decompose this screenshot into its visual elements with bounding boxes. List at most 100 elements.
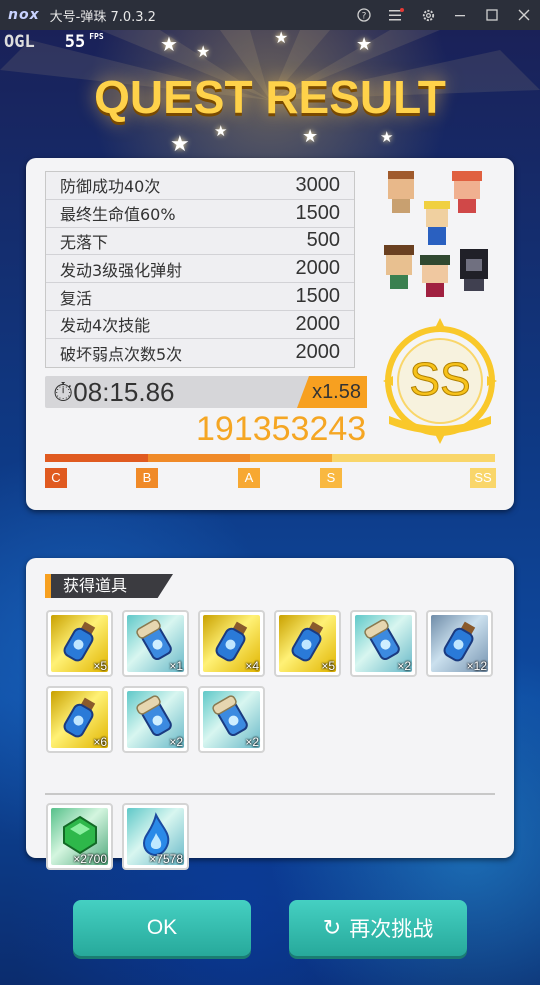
- currency-item[interactable]: ×2700: [46, 803, 113, 870]
- reward-item[interactable]: ×12: [426, 610, 493, 677]
- result-panel: 防御成功40次 3000 最终生命值60% 1500 无落下 500 发动3级强化弹射…: [26, 158, 514, 510]
- clear-time-bar: ⏱08:15.86 x1.58: [45, 376, 367, 408]
- bonus-points: 1500: [295, 285, 341, 308]
- window-title-bar: nox 大号-弹珠 7.0.3.2 ?: [0, 0, 540, 30]
- bonus-label: 防御成功40次: [60, 177, 161, 197]
- minimize-icon[interactable]: [444, 0, 476, 30]
- window-title: 大号-弹珠 7.0.3.2: [49, 9, 156, 25]
- rank-progress-bar: [45, 454, 495, 462]
- reward-item[interactable]: ×2: [350, 610, 417, 677]
- bonus-points: 1500: [295, 201, 341, 224]
- gear-icon[interactable]: [412, 0, 444, 30]
- item-count: ×12: [466, 659, 487, 673]
- reward-item[interactable]: ×1: [122, 610, 189, 677]
- ogl-label: OGL: [4, 32, 35, 52]
- obtained-items-panel: 获得道具 ×5 ×1 ×4 ×5 ×2 ×12 ×6 ×2 ×2 ×2700 ×7578: [26, 558, 514, 870]
- rank-letters: SS: [409, 353, 471, 406]
- close-icon[interactable]: [508, 0, 540, 30]
- reward-item[interactable]: ×4: [198, 610, 265, 677]
- retry-button-label: 再次挑战: [349, 917, 434, 941]
- bonus-row: 无落下 500: [46, 228, 354, 256]
- item-count: ×6: [93, 735, 107, 749]
- star-icon: ★: [302, 126, 319, 147]
- help-icon[interactable]: ?: [348, 0, 380, 30]
- bonus-label: 复活: [60, 288, 93, 308]
- rank-segment-c: [45, 454, 148, 462]
- item-grid: ×5 ×1 ×4 ×5 ×2 ×12 ×6 ×2 ×2: [46, 610, 493, 753]
- rank-tick-c: C: [45, 468, 67, 488]
- bonus-points: 500: [306, 229, 340, 252]
- reward-item[interactable]: ×5: [274, 610, 341, 677]
- maximize-icon[interactable]: [476, 0, 508, 30]
- item-count: ×7578: [149, 852, 183, 866]
- item-count: ×5: [321, 659, 335, 673]
- bonus-table: 防御成功40次 3000 最终生命值60% 1500 无落下 500 发动3级强化弹射…: [45, 171, 355, 368]
- bonus-points: 2000: [295, 341, 341, 364]
- rank-tick-b: B: [136, 468, 158, 488]
- item-count: ×2: [169, 735, 183, 749]
- bonus-label: 破坏弱点次数5次: [60, 344, 183, 364]
- retry-challenge-button[interactable]: ↻ 再次挑战: [289, 900, 467, 956]
- rank-badge: SS: [381, 316, 499, 446]
- reward-item[interactable]: ×5: [46, 610, 113, 677]
- star-icon: ★: [160, 32, 178, 56]
- star-icon: ★: [214, 122, 228, 140]
- currency-grid: ×2700 ×7578: [46, 803, 189, 870]
- bonus-label: 发动4次技能: [60, 316, 151, 336]
- bonus-row: 破坏弱点次数5次 2000: [46, 339, 354, 367]
- star-icon: ★: [274, 30, 289, 47]
- item-count: ×2700: [73, 852, 107, 866]
- star-icon: ★: [196, 42, 211, 61]
- character-sprite-6: [460, 249, 488, 291]
- bonus-label: 最终生命值60%: [60, 205, 176, 225]
- score-multiplier: x1.58: [297, 376, 367, 408]
- fps-overlay: OGL 55 FPS: [4, 32, 104, 52]
- rank-tick-s: S: [320, 468, 342, 488]
- rank-tick-a: A: [238, 468, 260, 488]
- item-count: ×2: [245, 735, 259, 749]
- rank-segment-b: [148, 454, 250, 462]
- items-divider: [45, 793, 495, 795]
- total-score: 191353243: [196, 410, 367, 448]
- rank-tick-ss: SS: [470, 468, 496, 488]
- bonus-row: 最终生命值60% 1500: [46, 200, 354, 228]
- bonus-label: 无落下: [60, 232, 109, 252]
- item-count: ×4: [245, 659, 259, 673]
- reward-item[interactable]: ×2: [122, 686, 189, 753]
- bonus-points: 3000: [295, 173, 341, 196]
- reward-item[interactable]: ×2: [198, 686, 265, 753]
- reward-item[interactable]: ×6: [46, 686, 113, 753]
- clear-time-value: 08:15.86: [73, 377, 175, 407]
- item-count: ×1: [169, 659, 183, 673]
- bonus-row: 复活 1500: [46, 283, 354, 311]
- star-icon: ★: [356, 34, 373, 55]
- obtained-items-header: 获得道具: [45, 574, 173, 598]
- character-sprite-3: [424, 201, 450, 245]
- bonus-label: 发动3级强化弹射: [60, 260, 183, 280]
- bonus-row: 防御成功40次 3000: [46, 172, 354, 200]
- svg-text:?: ?: [362, 12, 367, 22]
- bonus-row: 发动3级强化弹射 2000: [46, 255, 354, 284]
- ok-button-label: OK: [146, 916, 178, 939]
- character-sprite-5: [420, 255, 450, 297]
- currency-item[interactable]: ×7578: [122, 803, 189, 870]
- fps-unit: FPS: [89, 32, 104, 41]
- retry-icon: ↻: [322, 915, 342, 941]
- party-sprites: [384, 171, 488, 297]
- ok-button[interactable]: OK: [73, 900, 251, 956]
- bonus-points: 2000: [295, 312, 341, 335]
- bonus-points: 2000: [295, 257, 341, 280]
- character-sprite-4: [384, 245, 414, 289]
- game-screen: OGL 55 FPS ★ ★ ★ ★ ★ ★ ★ ★ QUEST RESULT 防…: [0, 30, 540, 985]
- menu-icon[interactable]: [380, 0, 412, 30]
- star-icon: ★: [170, 132, 190, 157]
- clear-time: ⏱08:15.86: [53, 377, 175, 409]
- character-sprite-1: [388, 171, 414, 213]
- quest-result-title: QUEST RESULT: [94, 71, 446, 123]
- rank-segment-a: [250, 454, 332, 462]
- nox-logo: nox: [8, 7, 40, 23]
- bonus-row: 发动4次技能 2000: [46, 311, 354, 339]
- fps-counter: 55 FPS: [65, 32, 104, 52]
- item-count: ×2: [397, 659, 411, 673]
- character-sprite-2: [452, 171, 482, 213]
